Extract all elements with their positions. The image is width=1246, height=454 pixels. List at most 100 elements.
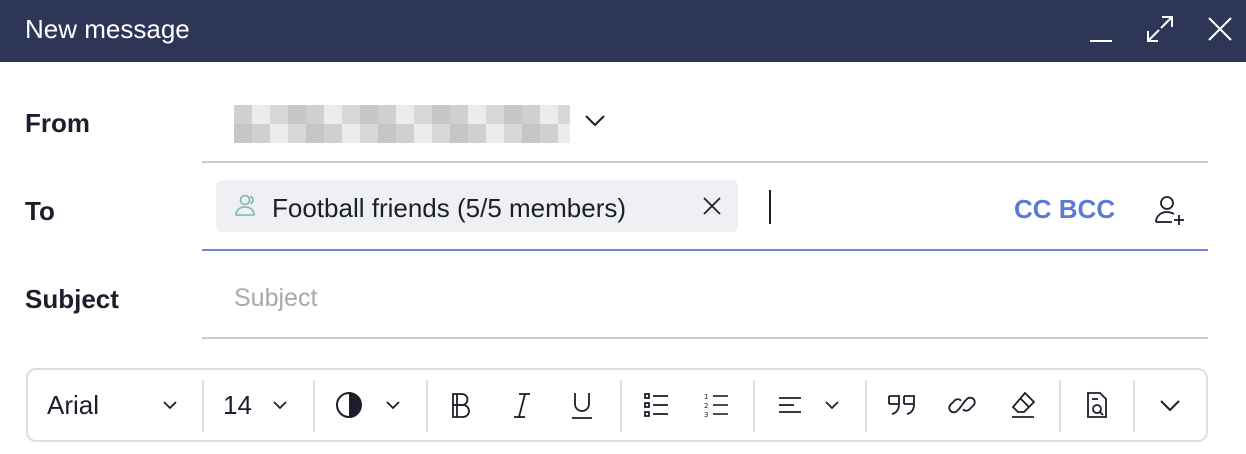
redaction-block	[396, 105, 414, 124]
to-label: To	[25, 196, 55, 226]
svg-text:3: 3	[704, 411, 708, 419]
quote-button[interactable]	[886, 370, 920, 440]
font-family-value: Arial	[47, 389, 100, 420]
minimize-icon	[1090, 40, 1112, 42]
redaction-block	[288, 124, 306, 143]
color-icon	[336, 392, 362, 418]
italic-icon	[514, 393, 530, 418]
subject-input[interactable]	[234, 278, 1194, 318]
align-button[interactable]	[776, 370, 848, 440]
recipient-chip[interactable]: Football friends (5/5 members)	[216, 180, 738, 232]
quote-icon	[888, 395, 915, 415]
template-button[interactable]	[1083, 370, 1113, 440]
subject-divider	[202, 337, 1208, 339]
add-contact-button[interactable]	[1152, 193, 1186, 227]
underline-button[interactable]	[568, 370, 598, 440]
toolbar-separator	[620, 380, 622, 432]
redaction-block	[306, 105, 324, 124]
redaction-block	[468, 124, 486, 143]
font-size-select[interactable]: 14	[223, 370, 313, 440]
from-address-redacted[interactable]	[234, 105, 570, 143]
insert-link-button[interactable]	[948, 370, 978, 440]
close-icon	[703, 197, 721, 215]
link-icon	[948, 396, 976, 414]
redaction-block	[522, 124, 540, 143]
redaction-block	[540, 105, 558, 124]
clear-format-button[interactable]	[1009, 370, 1039, 440]
group-icon	[235, 194, 255, 216]
redaction-block	[558, 124, 570, 143]
redaction-block	[342, 105, 360, 124]
bulleted-list-button[interactable]	[642, 370, 672, 440]
to-divider	[202, 249, 1208, 251]
svg-text:1: 1	[704, 393, 708, 401]
compose-titlebar: New message	[0, 0, 1246, 62]
redaction-block	[486, 124, 504, 143]
cc-bcc-button[interactable]: CC BCC	[1014, 194, 1115, 225]
chevron-down-icon	[386, 401, 400, 410]
redaction-block	[306, 124, 324, 143]
redaction-block	[504, 105, 522, 124]
toolbar-separator	[313, 380, 315, 432]
redaction-block	[522, 105, 540, 124]
bold-button[interactable]	[447, 370, 477, 440]
redaction-block	[234, 105, 252, 124]
redaction-block	[450, 105, 468, 124]
redaction-block	[504, 124, 522, 143]
redaction-block	[270, 105, 288, 124]
window-title: New message	[25, 14, 190, 44]
remove-recipient-button[interactable]	[698, 192, 726, 220]
toolbar-separator	[753, 380, 755, 432]
redaction-block	[342, 124, 360, 143]
from-dropdown-button[interactable]	[580, 106, 610, 136]
chevron-down-icon	[1160, 400, 1180, 412]
redaction-block	[270, 124, 288, 143]
toolbar-separator	[1133, 380, 1135, 432]
more-options-button[interactable]	[1156, 370, 1186, 440]
chevron-down-icon	[163, 401, 177, 410]
bulleted-list-icon	[644, 393, 668, 417]
numbered-list-icon: 1 2 3	[704, 393, 728, 419]
chevron-down-icon	[273, 401, 287, 410]
text-cursor	[769, 190, 771, 224]
expand-button[interactable]	[1143, 12, 1177, 46]
toolbar-separator	[1059, 380, 1061, 432]
align-left-icon	[779, 397, 801, 413]
close-button[interactable]	[1203, 12, 1237, 46]
redaction-block	[324, 105, 342, 124]
redaction-block	[486, 105, 504, 124]
redaction-block	[288, 105, 306, 124]
template-icon	[1087, 392, 1107, 418]
redaction-block	[414, 105, 432, 124]
redaction-block	[234, 124, 252, 143]
redaction-block	[540, 124, 558, 143]
redaction-block	[468, 105, 486, 124]
redaction-block	[396, 124, 414, 143]
redaction-block	[414, 124, 432, 143]
font-family-select[interactable]: Arial	[47, 370, 202, 440]
bold-icon	[452, 393, 470, 418]
font-size-value: 14	[223, 389, 252, 420]
close-icon	[1208, 17, 1232, 41]
redaction-block	[432, 124, 450, 143]
expand-icon	[1147, 16, 1173, 42]
add-person-icon	[1155, 196, 1184, 225]
formatting-toolbar: Arial 14 1 2 3	[26, 368, 1208, 442]
clear-format-icon	[1011, 391, 1036, 418]
redaction-block	[252, 124, 270, 143]
redaction-block	[360, 124, 378, 143]
redaction-block	[360, 105, 378, 124]
redaction-block	[378, 105, 396, 124]
redaction-block	[378, 124, 396, 143]
toolbar-separator	[865, 380, 867, 432]
redaction-block	[450, 124, 468, 143]
toolbar-separator	[202, 380, 204, 432]
svg-text:2: 2	[704, 402, 708, 410]
minimize-button[interactable]	[1084, 12, 1118, 46]
redaction-block	[252, 105, 270, 124]
text-color-button[interactable]	[334, 370, 406, 440]
from-label: From	[25, 108, 90, 138]
numbered-list-button[interactable]: 1 2 3	[702, 370, 732, 440]
italic-button[interactable]	[508, 370, 538, 440]
toolbar-separator	[426, 380, 428, 432]
